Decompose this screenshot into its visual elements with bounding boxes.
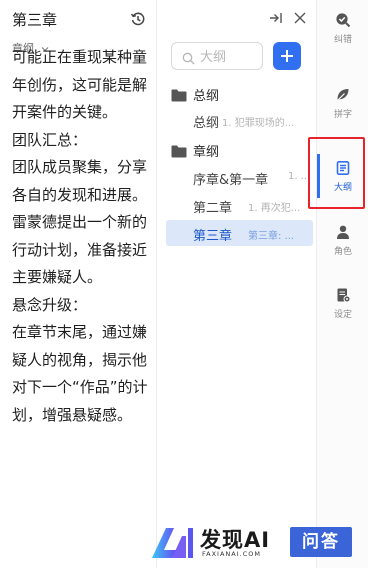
rail-item-spelling[interactable]: 拼字 [317,87,368,133]
outline-item-title: 第三章 [193,229,233,244]
rail-item-proofread[interactable]: 纠错 [317,12,368,58]
outline-item-desc: 1. 犯罪现场的... [222,118,295,129]
paragraph: 团队汇总： [12,130,88,149]
rail-item-characters[interactable]: 角色 [317,224,368,270]
watermark: 发现AI FAXIANAI.COM 问答 [150,522,360,562]
chapter-title[interactable]: 第三章 [12,9,57,30]
add-outline-button[interactable] [273,42,301,70]
rail-item-settings[interactable]: 设定 [317,287,368,333]
search-icon [182,50,195,65]
outline-item[interactable]: 总纲 1. 犯罪现场的... [166,107,313,133]
outline-group-general[interactable]: 总纲 [171,83,311,105]
outline-group-chapters[interactable]: 章纲 [171,139,311,161]
paragraph: 可能正在重现某种童年创伤，这可能是解开案件的关键。 [12,48,148,121]
rail-item-label: 设定 [333,310,352,320]
plus-icon [281,50,293,62]
close-icon[interactable] [292,10,308,26]
outline-item-active[interactable]: 第三章 第三章: ... [166,220,313,246]
watermark-badge: 问答 [290,527,352,557]
editor-header: 第三章 [12,9,146,31]
outline-panel: 总纲 总纲 1. 犯罪现场的... 章纲 序章&第一章 1. ... 第二章 1… [156,0,316,568]
collapse-panel-icon[interactable] [268,10,284,26]
brand-logo-icon [150,526,194,560]
outline-item[interactable]: 第二章 1. 再次犯... [166,192,313,218]
outline-item-title: 序章&第一章 [193,173,269,188]
outline-item-title: 总纲 [193,116,220,131]
folder-icon [171,143,187,158]
outline-item-desc: 1. 再次犯... [248,203,301,214]
leaf-icon [337,89,349,101]
outline-group-label: 总纲 [193,89,220,104]
paragraph: 在章节末尾，通过嫌疑人的视角，揭示他对下一个“作品”的计划，增强悬疑感。 [12,323,148,424]
outline-item-desc: 1. ... [288,171,311,182]
outline-panel-controls [268,9,308,27]
outline-item[interactable]: 序章&第一章 1. ... [166,164,313,190]
outline-item-desc: 第三章: ... [248,231,295,242]
outline-search-input[interactable] [200,48,260,66]
rail-item-label: 纠错 [333,35,352,45]
folder-icon [171,87,187,102]
chapter-body[interactable]: 可能正在重现某种童年创伤，这可能是解开案件的关键。 团队汇总： 团队成员聚集，分… [12,48,148,429]
highlight-annotation [308,137,365,209]
search-check-icon [336,13,351,28]
rail-item-label: 拼字 [333,110,352,120]
outline-search [171,42,263,70]
rail-item-label: 角色 [333,247,352,257]
tool-rail: 纠错 拼字 大纲 角色 设定 [316,0,368,568]
settings-doc-icon [337,288,351,303]
history-icon[interactable] [130,11,146,27]
outline-group-label: 章纲 [193,145,220,160]
paragraph: 团队成员聚集，分享各自的发现和进展。雷蒙德提出一个新的行动计划，准备接近主要嫌疑… [12,158,148,286]
outline-item-title: 第二章 [193,201,233,216]
paragraph: 悬念升级： [12,295,88,314]
watermark-domain: FAXIANAI.COM [202,550,261,558]
editor-pane: 第三章 章纲 可能正在重现某种童年创伤，这可能是解开案件的关键。 团队汇总： 团… [0,0,156,568]
person-icon [337,225,349,239]
